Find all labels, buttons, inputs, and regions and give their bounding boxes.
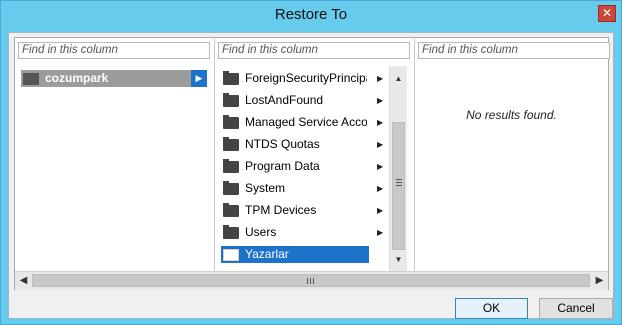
- folder-icon: [223, 181, 239, 195]
- list-item[interactable]: Program Data: [221, 158, 367, 175]
- chevron-right-icon: ▶: [377, 96, 384, 105]
- column-3: Find in this column No results found.: [415, 38, 610, 271]
- column-2: Find in this column ForeignSecurityPrinc…: [215, 38, 415, 271]
- expand-arrow-icon[interactable]: ▶: [191, 70, 207, 87]
- list-item[interactable]: NTDS Quotas: [221, 136, 367, 153]
- list-item-label: Managed Service Accounts: [245, 115, 367, 129]
- list-item-selected[interactable]: Yazarlar: [221, 246, 369, 263]
- vertical-scrollbar[interactable]: ▲ ▼: [389, 66, 407, 271]
- column-1-search-input[interactable]: Find in this column: [18, 42, 210, 59]
- organizational-unit-icon: [223, 249, 239, 261]
- column-3-search-input[interactable]: Find in this column: [418, 42, 610, 59]
- restore-to-dialog: Restore To ✕ Find in this column cozumpa…: [0, 0, 622, 325]
- dialog-client-area: Find in this column cozumpark ▶ Find in …: [8, 32, 614, 319]
- column-1: Find in this column cozumpark ▶: [15, 38, 215, 271]
- horizontal-scrollbar[interactable]: ◀ ▶: [15, 271, 608, 290]
- scroll-left-icon[interactable]: ◀: [15, 272, 32, 290]
- chevron-right-icon: ▶: [377, 228, 384, 237]
- empty-message: No results found.: [466, 108, 557, 122]
- list-item-label: TPM Devices: [245, 203, 317, 217]
- chevron-right-icon: ▶: [377, 74, 384, 83]
- list-item-label: ForeignSecurityPrincipals: [245, 71, 367, 85]
- list-item-label: LostAndFound: [245, 93, 324, 107]
- title-bar[interactable]: Restore To ✕: [1, 1, 621, 31]
- folder-icon: [223, 225, 239, 239]
- window-title: Restore To: [274, 6, 348, 23]
- column-2-search-input[interactable]: Find in this column: [218, 42, 410, 59]
- list-item-label: Users: [245, 225, 277, 239]
- folder-icon: [223, 159, 239, 173]
- list-item-label: System: [245, 181, 286, 195]
- list-item-cozumpark[interactable]: cozumpark: [21, 70, 191, 87]
- list-item-label: Yazarlar: [245, 247, 289, 261]
- scroll-right-icon[interactable]: ▶: [591, 272, 608, 290]
- cancel-button[interactable]: Cancel: [539, 298, 613, 319]
- chevron-right-icon: ▶: [377, 206, 384, 215]
- folder-icon: [223, 203, 239, 217]
- chevron-right-icon: ▶: [377, 162, 384, 171]
- list-item[interactable]: LostAndFound: [221, 92, 367, 109]
- ok-button[interactable]: OK: [455, 298, 528, 319]
- chevron-right-icon: ▶: [377, 140, 384, 149]
- list-item[interactable]: Users: [221, 224, 367, 241]
- list-item-label: cozumpark: [45, 71, 109, 85]
- list-item[interactable]: ForeignSecurityPrincipals: [221, 70, 367, 87]
- folder-icon: [223, 137, 239, 151]
- scroll-thumb[interactable]: [32, 274, 590, 287]
- scroll-up-icon[interactable]: ▲: [391, 71, 406, 86]
- chevron-right-icon: ▶: [377, 118, 384, 127]
- column-browser: Find in this column cozumpark ▶ Find in …: [14, 37, 610, 290]
- folder-icon: [223, 71, 239, 85]
- folder-icon: [223, 93, 239, 107]
- list-item[interactable]: Managed Service Accounts: [221, 114, 367, 131]
- close-button[interactable]: ✕: [598, 5, 616, 22]
- list-item[interactable]: System: [221, 180, 367, 197]
- folder-icon: [223, 115, 239, 129]
- domain-icon: [23, 73, 39, 85]
- list-item-label: Program Data: [245, 159, 320, 173]
- list-item-label: NTDS Quotas: [245, 137, 320, 151]
- list-item[interactable]: TPM Devices: [221, 202, 367, 219]
- close-icon: ✕: [601, 6, 613, 20]
- chevron-right-icon: ▶: [377, 184, 384, 193]
- scroll-thumb[interactable]: [392, 122, 405, 250]
- scroll-down-icon[interactable]: ▼: [391, 252, 406, 267]
